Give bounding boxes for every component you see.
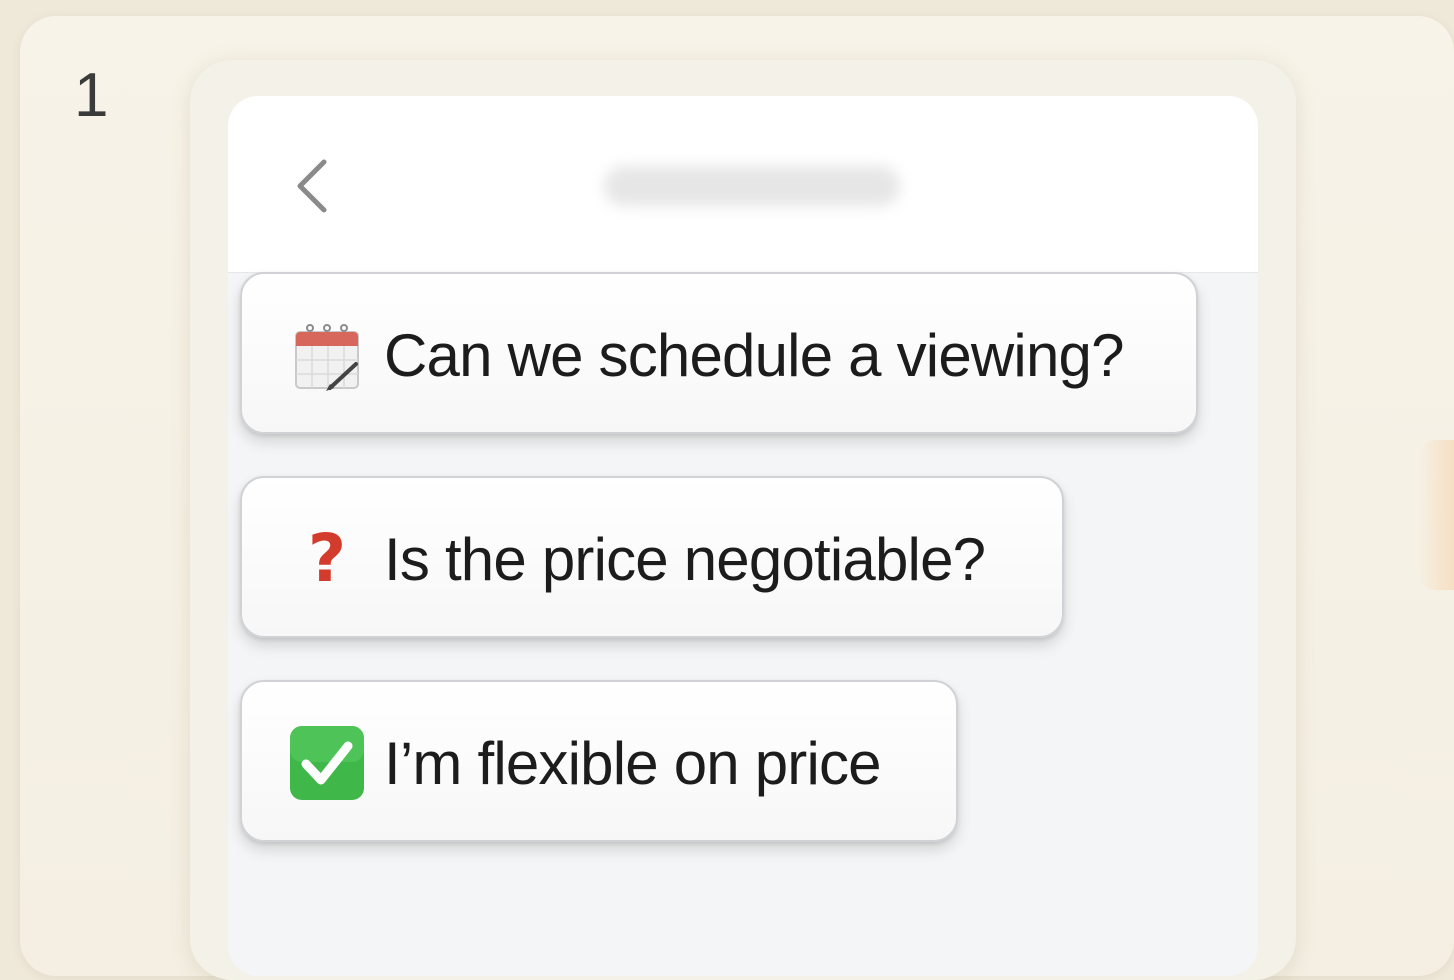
step-number: 1 [74,61,109,130]
blurred-chat-title [604,166,900,206]
quick-reply-label: I’m flexible on price [384,730,882,797]
question-mark-icon: ? [307,520,347,597]
quick-reply-label: Can we schedule a viewing? [384,322,1124,389]
side-glow-decoration [1418,440,1454,590]
check-mark-button-icon [290,726,364,800]
chevron-left-icon [297,159,327,213]
quick-reply-price-negotiable[interactable]: ? Is the price negotiable? [240,476,1064,638]
app-header [228,96,1258,273]
quick-reply-schedule-viewing[interactable]: Can we schedule a viewing? [240,272,1198,434]
quick-reply-flexible-price[interactable]: I’m flexible on price [240,680,958,842]
calendar-icon [290,318,364,392]
quick-reply-label: Is the price negotiable? [384,526,986,593]
back-button[interactable] [284,152,340,220]
